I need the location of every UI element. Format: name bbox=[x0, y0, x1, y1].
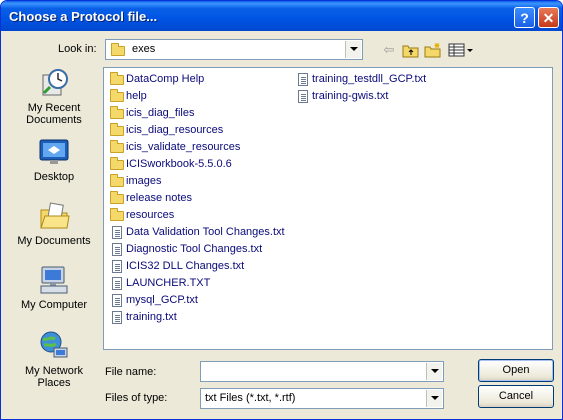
item-name: mysql_GCP.txt bbox=[126, 294, 198, 306]
item-name: images bbox=[126, 175, 162, 187]
back-arrow-icon[interactable]: ⇦ bbox=[380, 42, 398, 58]
text-file-icon bbox=[112, 260, 122, 273]
item-name: icis_validate_resources bbox=[126, 141, 241, 153]
item-name: DataComp Help bbox=[126, 73, 205, 85]
place-label: My Computer bbox=[20, 299, 88, 311]
open-button[interactable]: Open bbox=[478, 359, 554, 382]
item-name: Diagnostic Tool Changes.txt bbox=[126, 243, 263, 255]
place-my-recent-documents[interactable]: My Recent Documents bbox=[15, 67, 93, 126]
folder-icon bbox=[110, 89, 124, 102]
close-button[interactable]: ✕ bbox=[538, 7, 559, 28]
text-file-icon bbox=[298, 90, 308, 103]
place-my-computer[interactable]: My Computer bbox=[15, 264, 93, 311]
look-in-dropdown[interactable]: exes bbox=[105, 39, 363, 60]
my-documents-icon bbox=[38, 200, 70, 232]
folder-icon bbox=[111, 43, 125, 56]
file-type-value: txt Files (*.txt, *.rtf) bbox=[205, 392, 296, 404]
place-label: My Documents bbox=[17, 235, 91, 247]
folder-icon bbox=[110, 140, 124, 153]
title-bar[interactable]: Choose a Protocol file... ? ✕ bbox=[1, 1, 562, 31]
item-name: ICISworkbook-5.5.0.6 bbox=[126, 158, 232, 170]
folder-icon bbox=[110, 157, 124, 170]
up-one-level-icon[interactable] bbox=[402, 42, 420, 58]
chevron-down-icon[interactable] bbox=[426, 390, 442, 407]
text-file-icon bbox=[298, 73, 308, 86]
chevron-down-icon[interactable] bbox=[345, 41, 361, 58]
item-name: icis_diag_resources bbox=[126, 124, 224, 136]
new-folder-icon[interactable] bbox=[424, 42, 442, 58]
chevron-down-icon[interactable] bbox=[426, 363, 442, 380]
item-name: training.txt bbox=[126, 311, 177, 323]
file-name-field[interactable] bbox=[200, 361, 444, 382]
folder-icon bbox=[110, 174, 124, 187]
desktop-icon bbox=[38, 136, 70, 168]
look-in-label: Look in: bbox=[58, 43, 97, 55]
item-name: resources bbox=[126, 209, 175, 221]
help-button[interactable]: ? bbox=[514, 7, 535, 28]
file-type-label: Files of type: bbox=[105, 392, 168, 404]
place-label: My Network Places bbox=[24, 365, 84, 389]
file-list[interactable]: DataComp Help help icis_diag_files icis_… bbox=[103, 67, 553, 350]
file-name-label: File name: bbox=[105, 366, 157, 378]
my-computer-icon bbox=[38, 264, 70, 296]
place-my-documents[interactable]: My Documents bbox=[15, 200, 93, 247]
item-name: Data Validation Tool Changes.txt bbox=[126, 226, 285, 238]
text-file-icon bbox=[112, 226, 122, 239]
item-name: LAUNCHER.TXT bbox=[126, 277, 211, 289]
look-in-value: exes bbox=[132, 43, 156, 55]
file-dialog-window: Choose a Protocol file... ? ✕ Look in: e… bbox=[0, 0, 563, 420]
item-name: training_testdll_GCP.txt bbox=[312, 73, 427, 85]
item-name: icis_diag_files bbox=[126, 107, 195, 119]
folder-icon bbox=[110, 191, 124, 204]
text-file-icon bbox=[112, 294, 122, 307]
place-desktop[interactable]: Desktop bbox=[15, 136, 93, 183]
text-file-icon bbox=[112, 277, 122, 290]
window-title: Choose a Protocol file... bbox=[9, 9, 158, 24]
place-label: My Recent Documents bbox=[26, 102, 82, 126]
cancel-button[interactable]: Cancel bbox=[478, 385, 554, 408]
item-name: ICIS32 DLL Changes.txt bbox=[126, 260, 245, 272]
view-menu-icon[interactable] bbox=[448, 42, 474, 58]
folder-icon bbox=[110, 72, 124, 85]
folder-icon bbox=[110, 123, 124, 136]
place-label: Desktop bbox=[33, 171, 75, 183]
item-name: training-gwis.txt bbox=[312, 90, 389, 102]
recent-documents-icon bbox=[38, 67, 70, 99]
file-type-dropdown[interactable]: txt Files (*.txt, *.rtf) bbox=[200, 388, 444, 409]
item-name: release notes bbox=[126, 192, 193, 204]
folder-icon bbox=[110, 106, 124, 119]
network-places-icon bbox=[38, 330, 70, 362]
text-file-icon bbox=[112, 243, 122, 256]
folder-icon bbox=[110, 208, 124, 221]
place-my-network-places[interactable]: My Network Places bbox=[15, 330, 93, 389]
text-file-icon bbox=[112, 311, 122, 324]
item-name: help bbox=[126, 90, 147, 102]
